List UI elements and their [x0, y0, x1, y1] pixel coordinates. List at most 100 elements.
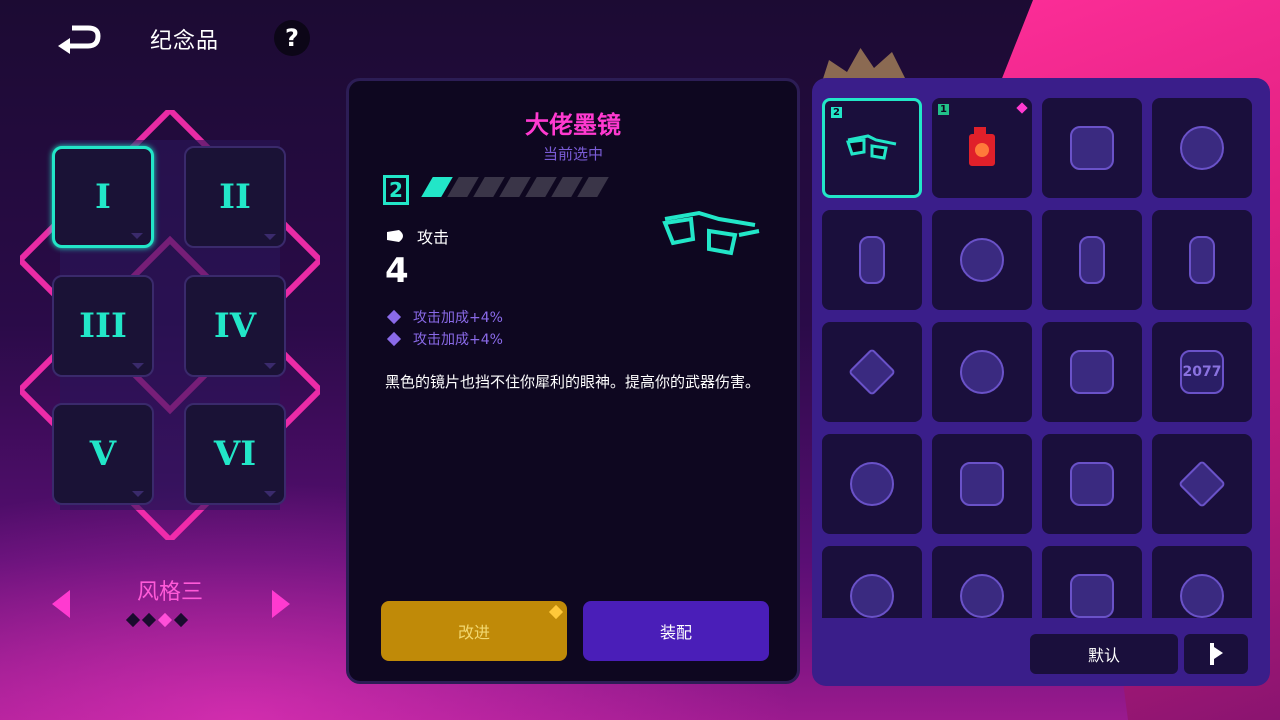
bonus-bullet-icon [386, 331, 402, 347]
stat-label: 攻击 [417, 228, 450, 247]
bonus-bullet-icon [386, 309, 402, 325]
inventory-cell[interactable] [1042, 210, 1142, 310]
default-sort-button[interactable]: 默认 [1030, 634, 1178, 674]
sort-toggle-button[interactable] [1184, 634, 1248, 674]
style-page-dots [125, 612, 189, 628]
2077-badge-icon: 2077 [1180, 350, 1224, 394]
inventory-cell[interactable] [1152, 210, 1252, 310]
page-title: 纪念品 [150, 29, 220, 54]
inventory-cell[interactable] [822, 434, 922, 534]
inventory-cell[interactable] [1042, 98, 1142, 198]
page-dot[interactable] [173, 612, 189, 628]
help-button[interactable]: ? [274, 20, 310, 56]
watch-icon [1070, 350, 1114, 394]
spartan-helmet-icon [960, 350, 1004, 394]
style-slot-4[interactable]: IV [184, 275, 286, 377]
page-dot[interactable] [125, 612, 141, 628]
heart-crystal-icon [1180, 126, 1224, 170]
item-detail-panel: 大佬墨镜 当前选中 2 攻击 4 攻击加成+4% 攻击加成+4% 黑色的镜片也挡… [346, 78, 800, 684]
back-arrow-icon [58, 25, 101, 54]
gadget-icon [1070, 126, 1114, 170]
back-button[interactable] [58, 24, 104, 54]
slot-corner-icon [131, 233, 143, 239]
style-name: 风格三 [136, 580, 203, 605]
sunglasses-icon [846, 134, 897, 160]
inventory-cell[interactable] [1042, 322, 1142, 422]
style-slot-6[interactable]: VI [184, 403, 286, 505]
ice-cream-icon [1177, 459, 1227, 509]
bonus-text: 攻击加成+4% [413, 332, 503, 348]
equip-button[interactable]: 装配 [583, 601, 769, 661]
page-dot-active[interactable] [157, 612, 173, 628]
level-badge: 2 [383, 175, 409, 205]
slot-corner-icon [132, 363, 144, 369]
lion-icon [850, 574, 894, 618]
inventory-panel: 2 1 2077 默认 [812, 78, 1270, 686]
style-slot-2[interactable]: II [184, 146, 286, 248]
style-slot-1[interactable]: I [52, 146, 154, 248]
inventory-cell[interactable] [822, 210, 922, 310]
notification-icon [548, 604, 564, 620]
inventory-cell[interactable] [932, 322, 1032, 422]
inventory-cell[interactable] [1042, 546, 1142, 618]
stat-value: 4 [385, 251, 409, 291]
stat-row: 攻击 [385, 224, 449, 248]
style-slot-3[interactable]: III [52, 275, 154, 377]
memento-screen: 纪念品 ? I II III IV V VI 风格三 大佬墨镜 当前选中 2 攻… [0, 0, 1280, 720]
level-pip [577, 177, 609, 197]
prev-style-arrow-icon[interactable] [52, 590, 70, 618]
inventory-cell[interactable] [932, 546, 1032, 618]
inventory-cell[interactable] [932, 210, 1032, 310]
item-level-tag: 2 [831, 107, 842, 118]
capsule-icon [1189, 236, 1215, 284]
trophy-icon [1070, 574, 1114, 618]
chip-icon [1070, 462, 1114, 506]
slot-corner-icon [264, 363, 276, 369]
bullet-icon [387, 230, 403, 242]
card-icon [859, 236, 885, 284]
bonus-line: 攻击加成+4% [386, 307, 503, 327]
fang-icon [1079, 236, 1105, 284]
item-level-tag: 1 [938, 104, 949, 115]
bonus-text: 攻击加成+4% [413, 310, 503, 326]
inventory-cell[interactable] [1152, 98, 1252, 198]
style-slot-5[interactable]: V [52, 403, 154, 505]
item-description: 黑色的镜片也挡不住你犀利的眼神。提高你的武器伤害。 [385, 373, 761, 391]
bear-icon [960, 238, 1004, 282]
inventory-cell[interactable]: 2077 [1152, 322, 1252, 422]
gourd-icon [1180, 574, 1224, 618]
sunglasses-icon [662, 210, 760, 256]
inventory-cell[interactable] [1152, 434, 1252, 534]
slot-corner-icon [264, 491, 276, 497]
upgrade-button[interactable]: 改进 [381, 601, 567, 661]
bonus-line: 攻击加成+4% [386, 329, 503, 349]
inventory-cell[interactable] [1042, 434, 1142, 534]
wreath-icon [850, 462, 894, 506]
inventory-grid: 2 1 2077 [822, 98, 1262, 618]
level-pips [421, 177, 609, 197]
item-name: 大佬墨镜 [525, 111, 621, 139]
inventory-cell[interactable]: 2 [822, 98, 922, 198]
slot-label: II [219, 177, 251, 217]
slot-label: IV [213, 306, 257, 346]
slot-label: I [95, 177, 111, 217]
upgrade-label: 改进 [457, 623, 490, 642]
slot-label: V [89, 434, 117, 474]
slot-label: III [79, 306, 127, 346]
fuel-can-icon [967, 127, 997, 168]
glove-icon [960, 462, 1004, 506]
sort-arrow-icon [1210, 643, 1223, 665]
new-item-gem-icon [1016, 102, 1028, 114]
inventory-cell[interactable]: 1 [932, 98, 1032, 198]
slot-corner-icon [264, 234, 276, 240]
inventory-cell[interactable] [822, 546, 922, 618]
slot-label: VI [213, 434, 257, 474]
page-dot[interactable] [141, 612, 157, 628]
winged-bullet-icon [847, 347, 897, 397]
inventory-cell[interactable] [932, 434, 1032, 534]
slot-corner-icon [132, 491, 144, 497]
next-style-arrow-icon[interactable] [272, 590, 290, 618]
inventory-cell[interactable] [822, 322, 922, 422]
inventory-cell[interactable] [1152, 546, 1252, 618]
item-status: 当前选中 [542, 145, 603, 163]
